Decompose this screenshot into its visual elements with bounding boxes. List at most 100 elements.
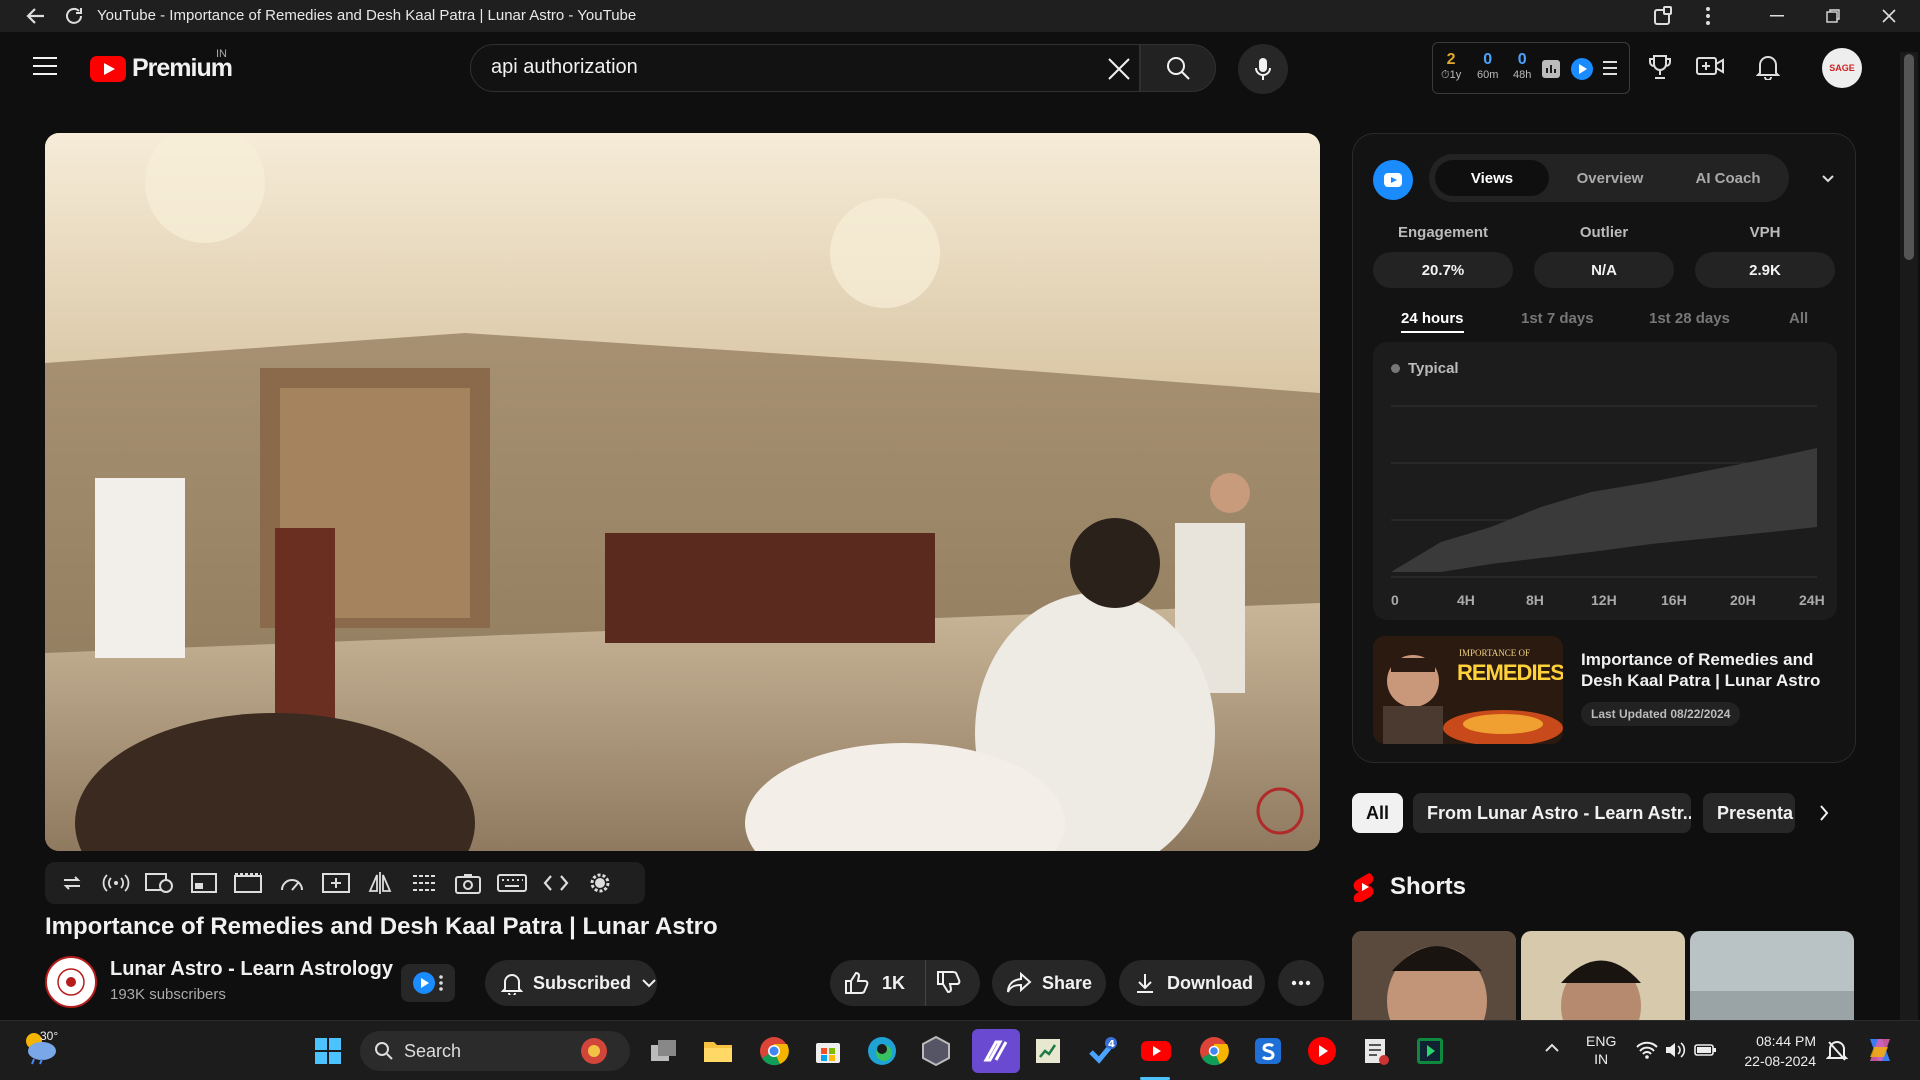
- picture-in-picture-icon[interactable]: [189, 868, 219, 898]
- broadcast-icon[interactable]: [101, 868, 131, 898]
- search-button[interactable]: [1140, 44, 1216, 92]
- download-button[interactable]: Download: [1119, 960, 1265, 1006]
- short-thumbnail-1[interactable]: [1352, 931, 1516, 1020]
- close-window-icon[interactable]: [1866, 0, 1912, 32]
- like-button[interactable]: 1K: [830, 960, 926, 1006]
- bell-icon: [501, 974, 523, 995]
- stat-1y: 2 ⏱1y: [1441, 51, 1462, 81]
- speed-icon[interactable]: [277, 868, 307, 898]
- clear-search-icon[interactable]: [1107, 57, 1131, 81]
- voice-search-button[interactable]: [1238, 44, 1288, 94]
- split-view-icon[interactable]: [409, 868, 439, 898]
- taskbar-search[interactable]: Search: [360, 1031, 630, 1071]
- scrollbar-thumb[interactable]: [1904, 54, 1914, 260]
- chips-next-button[interactable]: [1802, 793, 1846, 833]
- short-thumbnail-2[interactable]: [1521, 931, 1685, 1020]
- period-all[interactable]: All: [1789, 310, 1808, 327]
- copilot-icon[interactable]: [1864, 1035, 1896, 1065]
- share-button[interactable]: Share: [992, 960, 1106, 1006]
- page-scrollbar[interactable]: [1900, 52, 1918, 1020]
- metric-value-outlier: N/A: [1534, 252, 1674, 288]
- wifi-icon[interactable]: [1636, 1041, 1658, 1059]
- tab-overview[interactable]: Overview: [1553, 160, 1667, 196]
- period-7-days[interactable]: 1st 7 days: [1521, 310, 1594, 327]
- start-button[interactable]: [310, 1033, 346, 1069]
- windows-logo-icon: [315, 1038, 341, 1064]
- video-player[interactable]: [45, 133, 1320, 851]
- show-hidden-icons[interactable]: [1544, 1043, 1560, 1053]
- list-icon[interactable]: [1601, 60, 1619, 76]
- edge-icon[interactable]: [864, 1033, 900, 1069]
- restore-icon[interactable]: [1810, 0, 1856, 32]
- youtube-profile-icon[interactable]: [1304, 1033, 1340, 1069]
- security-app-icon[interactable]: [918, 1033, 954, 1069]
- video-card-thumbnail[interactable]: IMPORTANCE OF REMEDIES: [1373, 636, 1563, 744]
- create-video-icon[interactable]: [1696, 54, 1724, 78]
- vidiq-icon[interactable]: [1571, 58, 1593, 80]
- skype-app-icon[interactable]: [1250, 1033, 1286, 1069]
- player-settings-icon[interactable]: [585, 868, 615, 898]
- period-28-days[interactable]: 1st 28 days: [1649, 310, 1730, 327]
- media-player-icon[interactable]: [1412, 1033, 1448, 1069]
- notepad-app-icon[interactable]: [1358, 1033, 1394, 1069]
- focus-notification-icon[interactable]: [1826, 1039, 1848, 1063]
- x-tick-16h: 16H: [1661, 592, 1687, 608]
- notifications-icon[interactable]: [1756, 54, 1780, 80]
- channel-avatar[interactable]: [45, 956, 97, 1008]
- more-vert-icon[interactable]: [1704, 6, 1712, 26]
- channel-name[interactable]: Lunar Astro - Learn Astrology: [110, 958, 393, 981]
- chrome-icon[interactable]: [756, 1033, 792, 1069]
- enhance-icon[interactable]: [321, 868, 351, 898]
- clock[interactable]: 08:44 PM 22-08-2024: [1736, 1031, 1816, 1071]
- chip-presentation[interactable]: Presenta: [1703, 793, 1795, 833]
- short-thumbnail-3[interactable]: [1690, 931, 1854, 1020]
- spreadsheet-icon[interactable]: [1030, 1033, 1066, 1069]
- microsoft-store-icon[interactable]: [810, 1033, 846, 1069]
- back-icon[interactable]: [24, 5, 48, 27]
- tab-ai-coach[interactable]: AI Coach: [1671, 160, 1785, 196]
- screenshot-icon[interactable]: [453, 868, 483, 898]
- notification-app-icon[interactable]: 4: [1084, 1033, 1120, 1069]
- volume-icon[interactable]: [1664, 1041, 1686, 1059]
- extensions-icon[interactable]: [1652, 5, 1674, 27]
- chip-from-channel[interactable]: From Lunar Astro - Learn Astr...: [1413, 793, 1691, 833]
- keyboard-icon[interactable]: [497, 868, 527, 898]
- vidiq-stats-widget[interactable]: 2 ⏱1y 0 60m 0 48h: [1432, 42, 1630, 94]
- weather-temp: 30°: [40, 1029, 59, 1043]
- file-explorer-icon[interactable]: [700, 1033, 736, 1069]
- dislike-button[interactable]: [936, 970, 962, 994]
- chrome-profile-icon[interactable]: [1196, 1033, 1232, 1069]
- more-actions-button[interactable]: [1278, 960, 1324, 1006]
- vidiq-channel-button[interactable]: [401, 964, 455, 1002]
- menu-icon[interactable]: [33, 56, 57, 76]
- view-settings-icon[interactable]: [145, 868, 175, 898]
- search-icon: [1167, 57, 1190, 80]
- x-tick-24h: 24H: [1799, 592, 1825, 608]
- search-icon: [375, 1042, 393, 1060]
- tab-views[interactable]: Views: [1435, 160, 1549, 196]
- minimize-icon[interactable]: [1754, 0, 1800, 32]
- collapse-panel-icon[interactable]: [1821, 174, 1835, 184]
- embed-code-icon[interactable]: [541, 868, 571, 898]
- loop-icon[interactable]: [57, 868, 87, 898]
- language-indicator[interactable]: ENG IN: [1586, 1032, 1616, 1068]
- subscribed-button[interactable]: Subscribed: [485, 960, 657, 1006]
- bar-chart-icon[interactable]: [1541, 59, 1561, 79]
- trophy-icon[interactable]: [1648, 54, 1672, 80]
- period-24-hours[interactable]: 24 hours: [1401, 310, 1464, 333]
- reload-icon[interactable]: [62, 5, 86, 27]
- theater-mode-icon[interactable]: [233, 868, 263, 898]
- weather-widget[interactable]: 30°: [20, 1029, 70, 1073]
- vscode-insiders-icon[interactable]: [972, 1029, 1020, 1073]
- youtube-premium-logo[interactable]: Premium: [90, 54, 233, 83]
- youtube-logo-icon: [90, 55, 126, 82]
- chip-all[interactable]: All: [1352, 793, 1404, 833]
- battery-icon[interactable]: [1694, 1041, 1718, 1059]
- video-card-title[interactable]: Importance of Remedies and Desh Kaal Pat…: [1581, 649, 1837, 691]
- search-input[interactable]: [491, 56, 1051, 79]
- avatar[interactable]: SAGE: [1822, 48, 1862, 88]
- mirror-icon[interactable]: [365, 868, 395, 898]
- youtube-app-icon[interactable]: [1138, 1033, 1174, 1069]
- task-view-icon[interactable]: [646, 1033, 682, 1069]
- shorts-title: Shorts: [1390, 873, 1467, 900]
